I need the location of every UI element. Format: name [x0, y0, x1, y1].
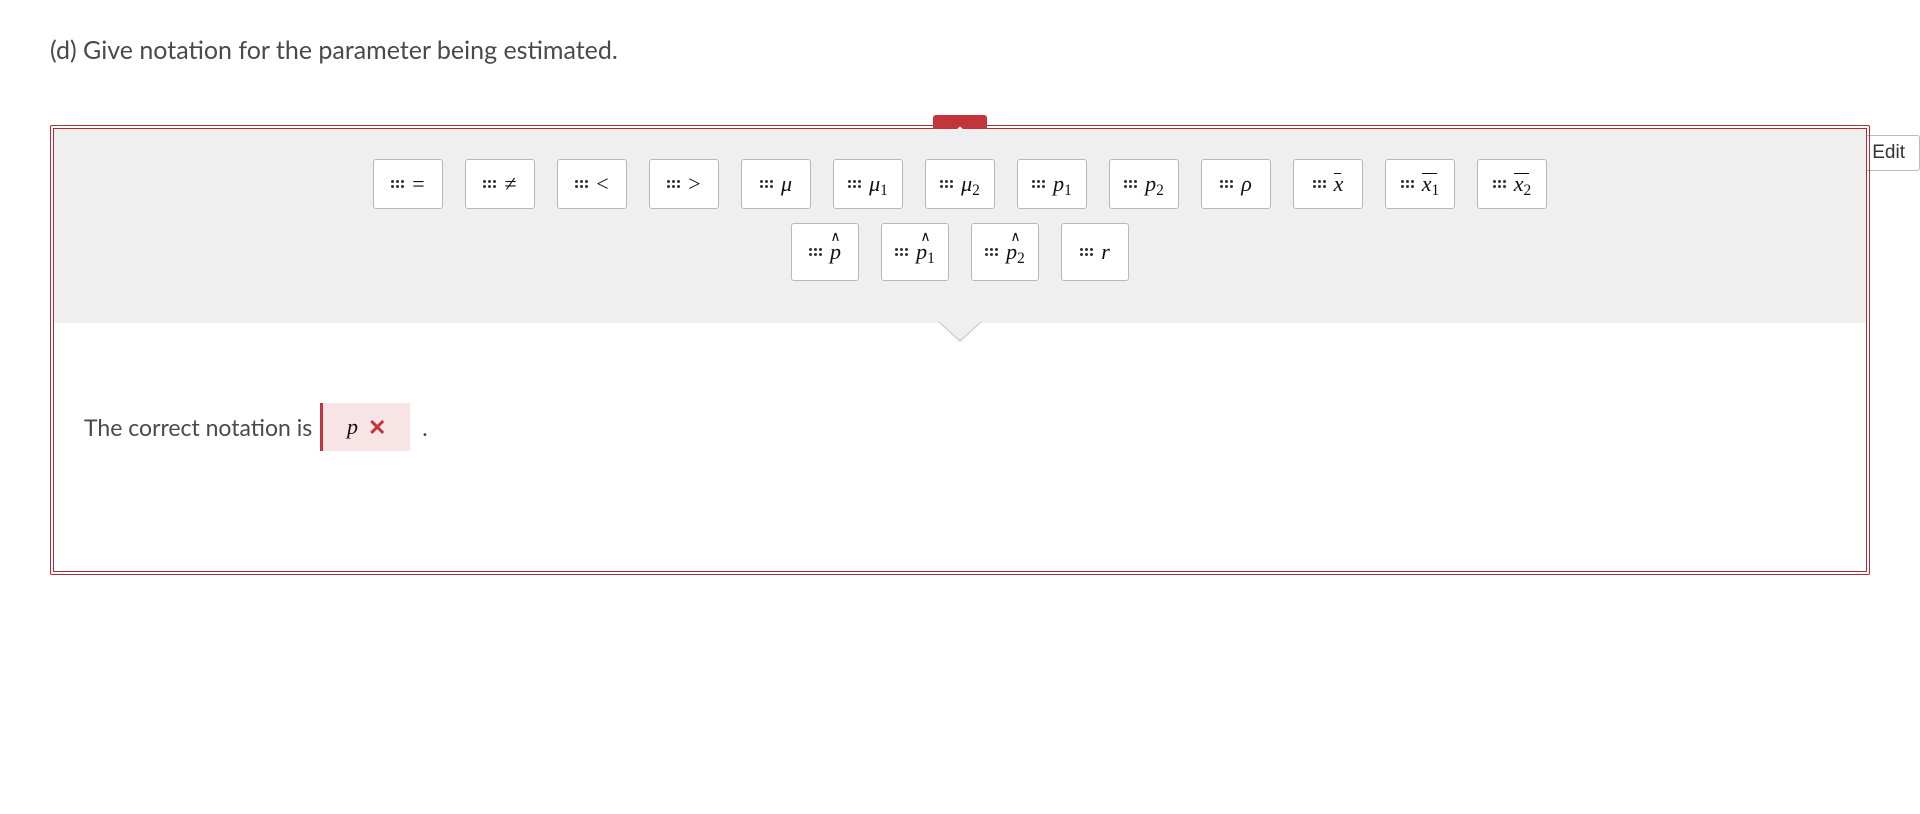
- drag-handle-icon: [575, 180, 588, 188]
- symbol-not-equals-glyph: ≠: [504, 171, 516, 197]
- symbol-tile-greater-than[interactable]: >: [649, 159, 719, 209]
- dropped-symbol: p: [347, 414, 358, 440]
- symbol-phat-glyph: p∧: [830, 239, 841, 265]
- symbol-equals-glyph: =: [412, 171, 424, 197]
- drag-handle-icon: [1032, 180, 1045, 188]
- symbol-tile-mu[interactable]: μ: [741, 159, 811, 209]
- symbol-tile-equals[interactable]: =: [373, 159, 443, 209]
- symbol-xbar1-glyph: x1: [1422, 171, 1439, 197]
- symbol-tile-phat1[interactable]: p∧1: [881, 223, 949, 281]
- symbol-p1-glyph: p1: [1053, 171, 1072, 197]
- drag-handle-icon: [940, 180, 953, 188]
- symbol-tile-xbar1[interactable]: x1: [1385, 159, 1455, 209]
- symbol-palette: = ≠ < > μ μ1 μ2 p1 p2 ρ x x1 x2 p∧ p∧1 p∧2 r: [54, 129, 1866, 323]
- symbol-mu1-glyph: μ1: [869, 171, 888, 197]
- symbol-tile-rho[interactable]: ρ: [1201, 159, 1271, 209]
- symbol-tile-r[interactable]: r: [1061, 223, 1129, 281]
- drag-handle-icon: [1124, 180, 1137, 188]
- drag-handle-icon: [1080, 248, 1093, 256]
- symbol-tile-p1[interactable]: p1: [1017, 159, 1087, 209]
- drag-handle-icon: [483, 180, 496, 188]
- symbol-mu2-glyph: μ2: [961, 171, 980, 197]
- drag-handle-icon: [391, 180, 404, 188]
- drag-handle-icon: [1220, 180, 1233, 188]
- symbol-tile-mu2[interactable]: μ2: [925, 159, 995, 209]
- symbol-p2-glyph: p2: [1145, 171, 1164, 197]
- answer-drop-slot[interactable]: p ✕: [320, 403, 410, 451]
- question-text: (d) Give notation for the parameter bein…: [50, 35, 1870, 65]
- symbol-tile-phat2[interactable]: p∧2: [971, 223, 1039, 281]
- drag-handle-icon: [848, 180, 861, 188]
- symbol-xbar-glyph: x: [1334, 171, 1344, 197]
- symbol-tile-xbar[interactable]: x: [1293, 159, 1363, 209]
- answer-sentence: The correct notation is p ✕ .: [54, 323, 1866, 571]
- symbol-tile-xbar2[interactable]: x2: [1477, 159, 1547, 209]
- symbol-tile-phat[interactable]: p∧: [791, 223, 859, 281]
- drag-handle-icon: [809, 248, 822, 256]
- symbol-tile-p2[interactable]: p2: [1109, 159, 1179, 209]
- symbol-r-glyph: r: [1101, 239, 1110, 265]
- symbol-tile-less-than[interactable]: <: [557, 159, 627, 209]
- symbol-xbar2-glyph: x2: [1514, 171, 1531, 197]
- answer-prefix: The correct notation is: [84, 413, 312, 441]
- drag-handle-icon: [760, 180, 773, 188]
- drag-handle-icon: [1313, 180, 1326, 188]
- symbol-less-than-glyph: <: [596, 171, 608, 197]
- palette-row-1: = ≠ < > μ μ1 μ2 p1 p2 ρ x x1 x2: [84, 159, 1836, 209]
- answer-suffix: .: [422, 413, 427, 441]
- incorrect-icon: ✕: [368, 413, 386, 441]
- answer-container: Edit =≠<>μμ1μ2p1p2ρxx1x2 p∧p∧1p∧2r The c…: [50, 125, 1870, 575]
- drag-handle-icon: [667, 180, 680, 188]
- symbol-rho-glyph: ρ: [1241, 171, 1252, 197]
- symbol-phat2-glyph: p∧2: [1006, 239, 1025, 265]
- symbol-phat1-glyph: p∧1: [916, 239, 935, 265]
- symbol-mu-glyph: μ: [781, 171, 792, 197]
- drag-handle-icon: [895, 248, 908, 256]
- drag-handle-icon: [1493, 180, 1506, 188]
- answer-box: = ≠ < > μ μ1 μ2 p1 p2 ρ x x1 x2 p∧ p∧1 p∧2 r The correc…: [50, 125, 1870, 575]
- symbol-greater-than-glyph: >: [688, 171, 700, 197]
- palette-row-2: p∧ p∧1 p∧2 r: [84, 223, 1836, 281]
- drag-handle-icon: [985, 248, 998, 256]
- symbol-tile-not-equals[interactable]: ≠: [465, 159, 535, 209]
- palette-pointer-fill: [940, 322, 980, 340]
- symbol-tile-mu1[interactable]: μ1: [833, 159, 903, 209]
- drag-handle-icon: [1401, 180, 1414, 188]
